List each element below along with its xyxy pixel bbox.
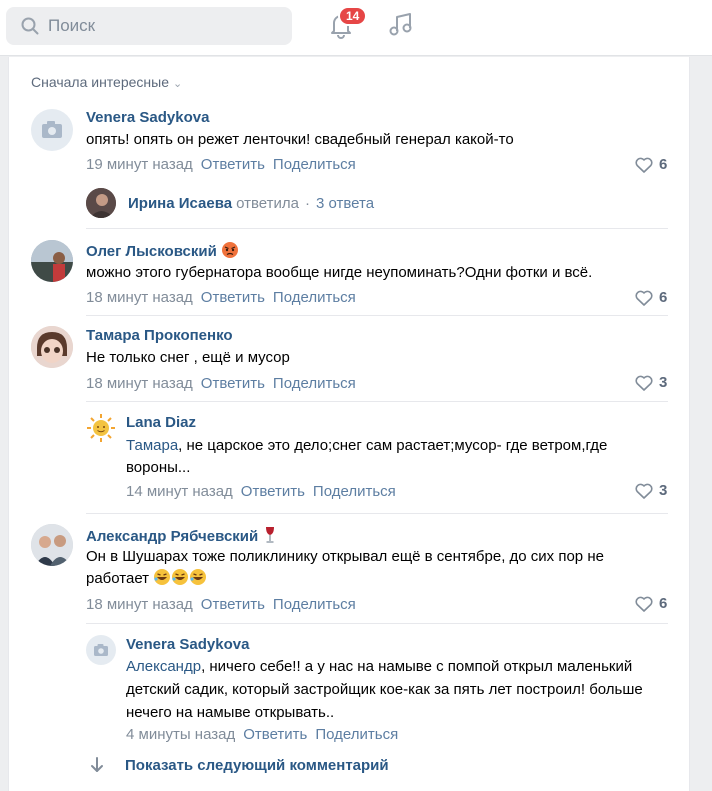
reply-mention[interactable]: Александр <box>126 658 201 675</box>
wine-glass-icon <box>266 527 275 543</box>
like-count: 6 <box>659 156 668 173</box>
avatar[interactable] <box>31 109 73 151</box>
like-button[interactable]: 6 <box>635 156 667 173</box>
reply-text: Александр, ничего себе!! а у нас на намы… <box>126 658 643 721</box>
top-bar: 14 <box>0 0 712 56</box>
show-next-comment-button[interactable]: Показать следующий комментарий <box>89 756 389 774</box>
like-button[interactable]: 3 <box>635 374 667 391</box>
heart-icon <box>635 596 653 612</box>
share-button[interactable]: Поделиться <box>273 289 356 306</box>
reply-button[interactable]: Ответить <box>201 375 265 392</box>
avatar[interactable] <box>86 635 116 665</box>
reply-author[interactable]: Lana Diaz <box>126 414 196 431</box>
like-button[interactable]: 6 <box>635 289 667 306</box>
reply-time[interactable]: 14 минут назад <box>126 483 233 500</box>
chevron-down-icon: ⌄ <box>173 78 183 90</box>
sort-label: Сначала интересные <box>31 74 169 90</box>
reply-meta: 14 минут назад Ответить Поделиться <box>126 483 404 500</box>
sun-avatar-icon <box>87 414 115 442</box>
avatar[interactable] <box>86 188 116 218</box>
heart-icon <box>635 290 653 306</box>
reply-button[interactable]: Ответить <box>241 483 305 500</box>
music-icon[interactable] <box>386 10 416 40</box>
like-button[interactable]: 6 <box>635 595 667 612</box>
camera-icon <box>42 121 62 138</box>
reply-mention[interactable]: Тамара <box>126 437 178 454</box>
comment-text: опять! опять он режет ленточки! свадебны… <box>86 131 514 148</box>
comment-meta: 19 минут назад Ответить Поделиться <box>86 156 364 173</box>
divider <box>86 401 668 402</box>
comment-author[interactable]: Тамара Прокопенко <box>86 327 233 344</box>
reply-time[interactable]: 4 минуты назад <box>126 726 235 743</box>
share-button[interactable]: Поделиться <box>313 483 396 500</box>
like-count: 6 <box>659 289 668 306</box>
sort-dropdown[interactable]: Сначала интересные ⌄ <box>31 74 182 90</box>
comment-author[interactable]: Олег Лысковский <box>86 241 239 260</box>
like-count: 6 <box>659 595 668 612</box>
like-count: 3 <box>659 482 668 499</box>
divider <box>86 513 668 514</box>
avatar[interactable] <box>31 326 73 368</box>
share-button[interactable]: Поделиться <box>315 726 398 743</box>
angry-emoji-icon <box>222 242 239 258</box>
thread-count[interactable]: 3 ответа <box>316 195 374 212</box>
rofl-emoji-icons <box>153 569 207 587</box>
avatar[interactable] <box>86 413 116 443</box>
heart-icon <box>635 157 653 173</box>
comment-meta: 18 минут назад Ответить Поделиться <box>86 596 364 613</box>
share-button[interactable]: Поделиться <box>273 156 356 173</box>
share-button[interactable]: Поделиться <box>273 596 356 613</box>
comment-author[interactable]: Александр Рябчевский <box>86 526 278 545</box>
comment-time[interactable]: 18 минут назад <box>86 289 193 306</box>
comments-panel: Сначала интересные ⌄ Venera Sadykova опят… <box>8 57 690 791</box>
comment-time[interactable]: 18 минут назад <box>86 596 193 613</box>
comment-meta: 18 минут назад Ответить Поделиться <box>86 289 364 306</box>
divider <box>86 623 668 624</box>
search-input[interactable] <box>48 7 278 45</box>
avatar-photo <box>86 188 116 218</box>
comment-meta: 18 минут назад Ответить Поделиться <box>86 375 364 392</box>
like-button[interactable]: 3 <box>635 482 667 499</box>
thread-summary[interactable]: Ирина Исаева ответила · 3 ответа <box>128 195 382 212</box>
heart-icon <box>635 375 653 391</box>
reply-button[interactable]: Ответить <box>243 726 307 743</box>
camera-icon <box>94 644 108 656</box>
divider <box>86 315 668 316</box>
comment-text: Он в Шушарах тоже поликлинику открывал е… <box>86 548 604 587</box>
notifications-badge: 14 <box>338 6 368 26</box>
comment-text: Не только снег , ещё и мусор <box>86 349 290 366</box>
like-count: 3 <box>659 374 668 391</box>
reply-author[interactable]: Venera Sadykova <box>126 636 249 653</box>
thread-action: ответила <box>236 195 299 212</box>
reply-text: Тамара, не царское это дело;снег сам рас… <box>126 437 608 476</box>
reply-button[interactable]: Ответить <box>201 596 265 613</box>
avatar[interactable] <box>31 240 73 282</box>
divider <box>86 228 668 229</box>
heart-icon <box>635 483 653 499</box>
avatar-photo <box>31 524 73 566</box>
thread-author[interactable]: Ирина Исаева <box>128 195 232 212</box>
reply-button[interactable]: Ответить <box>201 289 265 306</box>
search-box[interactable] <box>6 7 292 45</box>
share-button[interactable]: Поделиться <box>273 375 356 392</box>
avatar-photo <box>31 240 73 282</box>
comment-author[interactable]: Venera Sadykova <box>86 109 209 126</box>
comment-time[interactable]: 19 минут назад <box>86 156 193 173</box>
search-icon <box>21 17 39 35</box>
comment-text: можно этого губернатора вообще нигде неу… <box>86 264 593 281</box>
avatar-photo <box>31 326 73 368</box>
reply-meta: 4 минуты назад Ответить Поделиться <box>126 726 406 743</box>
comment-time[interactable]: 18 минут назад <box>86 375 193 392</box>
reply-button[interactable]: Ответить <box>201 156 265 173</box>
arrow-down-icon <box>91 757 103 772</box>
avatar[interactable] <box>31 524 73 566</box>
show-next-label: Показать следующий комментарий <box>125 756 389 774</box>
